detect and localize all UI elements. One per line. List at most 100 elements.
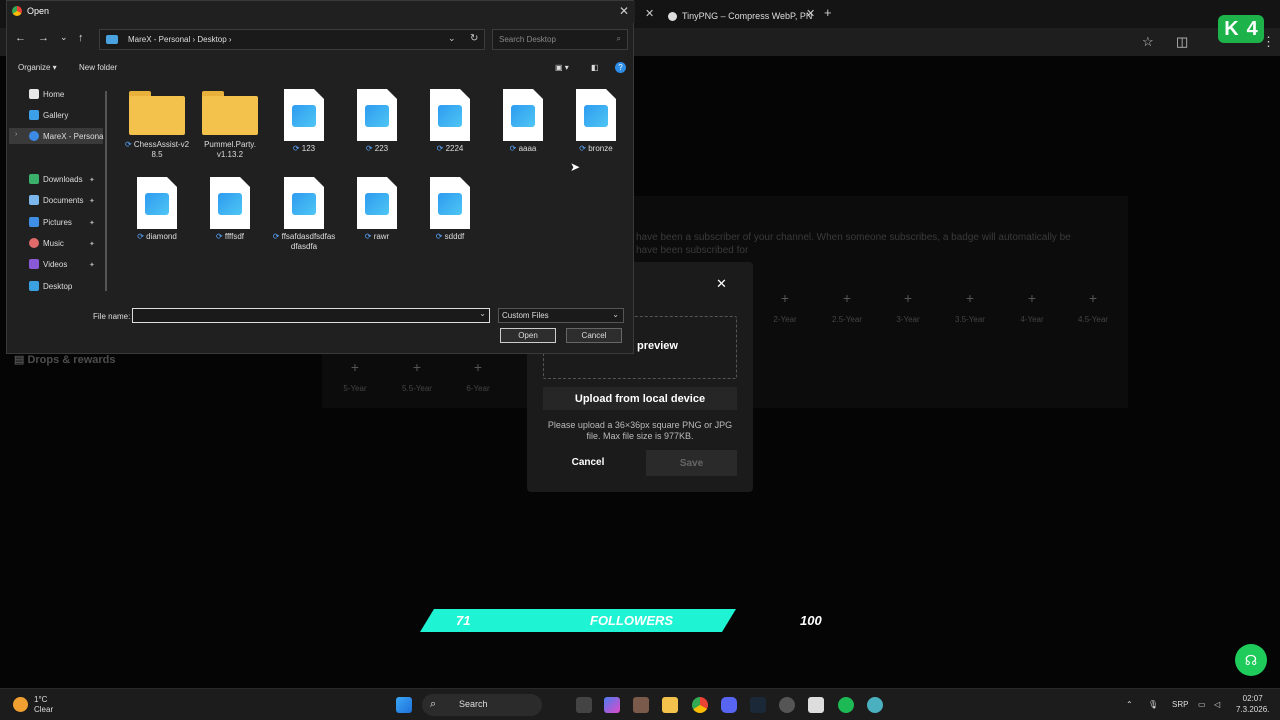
sidebar-item-downloads[interactable]: Downloads	[29, 174, 83, 184]
nav-scrollbar[interactable]	[105, 91, 107, 291]
upload-from-device-button[interactable]: Upload from local device	[543, 387, 737, 410]
app-icon[interactable]	[779, 697, 795, 713]
sidebar-item-pictures[interactable]: Pictures	[29, 217, 72, 227]
preview-pane-icon[interactable]: ◧	[591, 63, 599, 72]
music-icon	[29, 238, 39, 248]
badge-label: 5.5-Year	[402, 384, 432, 393]
copilot-icon[interactable]	[604, 697, 620, 713]
modal-save-button[interactable]: Save	[646, 450, 737, 476]
chevron-down-icon: ⌄	[612, 310, 619, 319]
microphone-icon[interactable]: 🎙	[1148, 700, 1158, 709]
network-icon[interactable]: ▭	[1198, 700, 1206, 709]
input-language[interactable]: SRP	[1172, 700, 1188, 709]
clock-time: 02:07	[1242, 694, 1263, 703]
close-icon[interactable]: ✕	[619, 4, 629, 18]
back-arrow-icon[interactable]: ←	[15, 32, 26, 44]
badge-slot[interactable]: +2-Year	[760, 290, 810, 324]
pin-icon: ✦	[89, 198, 95, 205]
badge-slot[interactable]: +5.5-Year	[392, 359, 442, 393]
tab-tinypng[interactable]: TinyPNG – Compress WebP, PN	[668, 4, 818, 28]
home-icon	[29, 89, 39, 99]
tab-close-icon[interactable]: ✕	[806, 7, 815, 20]
volume-icon[interactable]: ◁	[1214, 700, 1220, 709]
file-item-image[interactable]: ⟳ ffsafdasdfsdfas dfasdfa	[271, 177, 337, 252]
app-icon[interactable]	[633, 697, 649, 713]
new-tab-button[interactable]: +	[824, 5, 832, 20]
subscriber-text: have been a subscriber of your channel. …	[636, 232, 1071, 243]
badge-slot[interactable]: +5-Year	[330, 359, 380, 393]
help-icon[interactable]: ?	[615, 62, 626, 73]
view-options-icon[interactable]: ▣ ▾	[555, 63, 569, 72]
sidebar-item-videos[interactable]: Videos	[29, 259, 67, 269]
chrome-icon[interactable]	[692, 697, 708, 713]
weather-icon[interactable]	[13, 697, 28, 712]
windows-start-icon[interactable]	[396, 697, 412, 713]
file-item-folder[interactable]: ⟳ ChessAssist-v2 8.5	[124, 91, 190, 160]
badge-slot[interactable]: +6-Year	[453, 359, 503, 393]
open-button[interactable]: Open	[500, 328, 556, 343]
file-item-image[interactable]: ⟳ 223	[344, 89, 410, 154]
chevron-down-icon[interactable]: ⌄	[60, 32, 68, 43]
app-icon[interactable]	[867, 697, 883, 713]
badge-slot[interactable]: +4.5-Year	[1068, 290, 1118, 324]
chevron-down-icon[interactable]: ⌄	[448, 33, 456, 44]
file-open-dialog: Open ✕ ← → ⌄ ↑ MareX - Personal › Deskto…	[6, 0, 635, 354]
forward-arrow-icon[interactable]: →	[38, 32, 49, 44]
file-item-image[interactable]: ⟳ sdddf	[417, 177, 483, 242]
refresh-icon[interactable]: ↻	[470, 33, 478, 44]
file-type-select[interactable]: Custom Files ⌄	[498, 308, 624, 323]
file-item-image[interactable]: ⟳ 2224	[417, 89, 483, 154]
followers-goal-bar: 71 FOLLOWERS	[420, 609, 736, 632]
badge-slot[interactable]: +3.5-Year	[945, 290, 995, 324]
bookmark-star-icon[interactable]: ☆	[1142, 34, 1154, 50]
file-name: ChessAssist-v2 8.5	[133, 140, 190, 159]
desktop-icon	[29, 281, 39, 291]
spotify-icon[interactable]	[838, 697, 854, 713]
path-address-bar[interactable]: MareX - Personal › Desktop › ⌄ ↻	[99, 29, 485, 50]
tab-close-icon[interactable]: ✕	[645, 7, 654, 20]
sidebar-item-desktop[interactable]: Desktop	[29, 281, 72, 291]
chevron-right-icon[interactable]: ›	[15, 131, 17, 138]
file-item-folder[interactable]: Pummel.Party. v1.13.2	[197, 91, 263, 160]
sidebar-item-label: Videos	[43, 259, 68, 269]
sidebar-item-documents[interactable]: Documents	[29, 195, 83, 205]
sidebar-item-home[interactable]: Home	[29, 89, 64, 99]
weather-widget[interactable]: 1°C Clear	[34, 695, 53, 715]
badge-slot[interactable]: +2.5-Year	[822, 290, 872, 324]
file-name-input[interactable]: ⌄	[132, 308, 490, 323]
up-arrow-icon[interactable]: ↑	[78, 32, 84, 44]
file-item-image[interactable]: ⟳ aaaa	[490, 89, 556, 154]
sidebar-item-music[interactable]: Music	[29, 238, 64, 248]
windows-taskbar: 1°C Clear ⌕ Search ⌃ 🎙 SRP ▭ ◁ 02:07 7.3.…	[0, 688, 1280, 720]
help-chat-icon[interactable]: ☊	[1235, 644, 1267, 676]
sidebar-item-gallery[interactable]: Gallery	[29, 110, 68, 120]
sidebar-item-onedrive[interactable]: MareX - Persona	[29, 131, 103, 141]
file-explorer-icon[interactable]	[662, 697, 678, 713]
new-folder-button[interactable]: New folder	[79, 63, 117, 72]
file-item-image[interactable]: ⟳ diamond	[124, 177, 190, 242]
file-item-image[interactable]: ⟳ rawr	[344, 177, 410, 242]
file-item-image[interactable]: ⟳ 123	[271, 89, 337, 154]
app-icon[interactable]	[808, 697, 824, 713]
cancel-button[interactable]: Cancel	[566, 328, 622, 343]
steam-icon[interactable]	[750, 697, 766, 713]
extensions-icon[interactable]: ◫	[1176, 34, 1188, 50]
modal-cancel-button[interactable]: Cancel	[558, 451, 618, 473]
search-input[interactable]: Search Desktop ⌕	[492, 29, 628, 50]
discord-icon[interactable]	[721, 697, 737, 713]
sidebar-item-drops-rewards[interactable]: ▤ Drops & rewards	[14, 353, 115, 366]
clock[interactable]: 02:07 7.3.2026.	[1236, 693, 1269, 715]
organize-button[interactable]: Organize ▾	[18, 63, 57, 72]
file-item-image[interactable]: ⟳ ffffsdf	[197, 177, 263, 242]
badge-slot[interactable]: +3-Year	[883, 290, 933, 324]
task-view-icon[interactable]	[576, 697, 592, 713]
tray-overflow-icon[interactable]: ⌃	[1126, 700, 1133, 709]
modal-close-icon[interactable]: ✕	[716, 276, 727, 292]
image-file-icon	[430, 89, 470, 141]
onedrive-icon	[106, 35, 118, 44]
badge-slot[interactable]: +4-Year	[1007, 290, 1057, 324]
taskbar-search[interactable]: ⌕ Search	[422, 694, 542, 716]
chevron-down-icon[interactable]: ⌄	[479, 309, 486, 318]
file-item-image[interactable]: ⟳ bronze	[563, 89, 629, 154]
followers-label: FOLLOWERS	[590, 613, 674, 628]
